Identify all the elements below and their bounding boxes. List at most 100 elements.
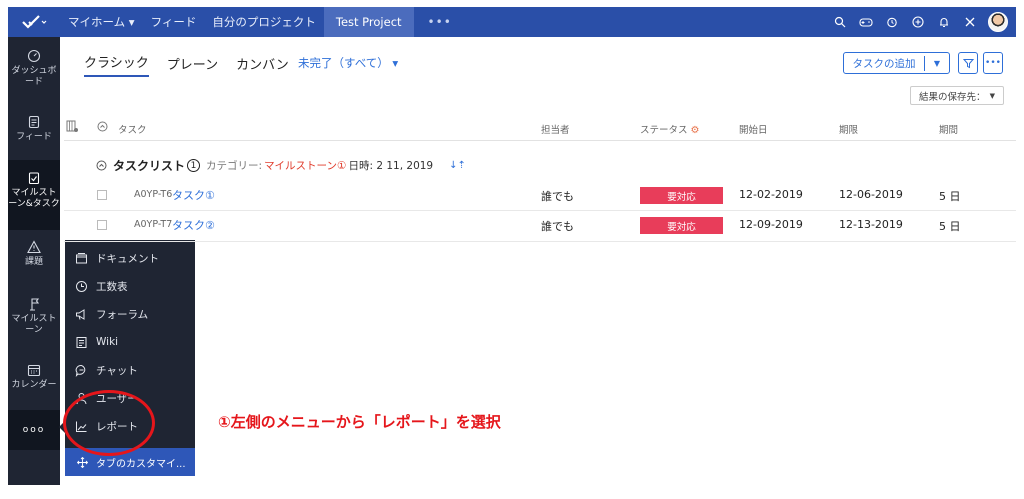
table-row[interactable]: A0YP-T7 タスク② 誰でも 要対応 12-09-2019 12-13-20… <box>64 212 1016 240</box>
save-results-label: 結果の保存先： <box>919 91 986 103</box>
task-due-date[interactable]: 12-13-2019 <box>839 218 903 231</box>
sidebar-item-issues[interactable]: 課題 <box>8 240 60 268</box>
header-divider <box>64 140 1016 141</box>
task-start-date[interactable]: 12-02-2019 <box>739 188 803 201</box>
menu-item-label: チャット <box>96 364 138 377</box>
column-header-owner[interactable]: 担当者 <box>541 122 570 136</box>
menu-item-documents[interactable]: ドキュメント <box>75 248 159 268</box>
save-results-dropdown[interactable]: 結果の保存先： ▼ <box>910 86 1004 105</box>
sidebar-item-feed[interactable]: フィード <box>8 115 60 143</box>
chevron-down-icon: ▼ <box>989 91 995 100</box>
notification-bell-icon[interactable] <box>936 14 952 30</box>
annotation-highlight-circle <box>63 390 155 456</box>
sidebar-item-dashboard[interactable]: ダッシュボード <box>8 49 60 88</box>
chevron-down-icon[interactable]: ▼ <box>925 59 949 68</box>
sidebar-item-label: マイルストーン&タスク <box>8 188 60 209</box>
sidebar-item-label: フィード <box>16 132 52 142</box>
document-icon <box>76 252 87 263</box>
sidebar-item-milestones-tasks[interactable]: マイルストーン&タスク <box>8 160 60 230</box>
nav-more-button[interactable]: ••• <box>414 15 466 29</box>
issue-icon <box>27 240 41 254</box>
milestone-icon <box>30 298 40 311</box>
more-options-button[interactable]: ••• <box>983 52 1003 74</box>
sidebar-item-milestones[interactable]: マイルストーン <box>8 297 60 336</box>
tab-classic[interactable]: クラシック <box>84 52 149 77</box>
column-settings-icon[interactable] <box>66 120 79 136</box>
gamepad-icon[interactable] <box>858 14 874 30</box>
task-name-link[interactable]: タスク② <box>172 217 215 233</box>
sidebar-item-label: 課題 <box>24 257 43 267</box>
nav-feed[interactable]: フィード <box>143 7 205 37</box>
menu-item-label: フォーラム <box>96 308 149 321</box>
tasklist-number: 1 <box>190 160 197 171</box>
timer-icon[interactable] <box>884 14 900 30</box>
customize-tabs-label: タブのカスタマイ... <box>96 458 186 470</box>
tasklist-milestone[interactable]: マイルストーン① <box>264 158 346 173</box>
task-owner[interactable]: 誰でも <box>541 218 574 234</box>
milestone-task-icon <box>28 172 40 185</box>
task-key: A0YP-T6 <box>134 189 173 200</box>
column-header-status[interactable]: ステータス ⚙ <box>640 122 700 136</box>
column-header-due[interactable]: 期限 <box>839 122 858 136</box>
column-header-status-label: ステータス <box>640 125 688 136</box>
row-divider <box>64 241 1016 242</box>
tasklist-header: タスクリスト 1 カテゴリー: マイルストーン① 日時: 2 11, 2019 … <box>96 157 466 174</box>
task-due-date[interactable]: 12-06-2019 <box>839 188 903 201</box>
task-name-link[interactable]: タスク① <box>172 187 215 203</box>
row-divider <box>64 210 1016 211</box>
timesheet-icon <box>76 280 87 292</box>
sidebar-item-label: カレンダー <box>11 380 57 390</box>
task-duration: 5 日 <box>939 190 961 203</box>
left-sidebar: ダッシュボード フィード マイルストーン&タスク 課題 マイルストーン カレンダ… <box>8 37 60 485</box>
menu-item-label: Wiki <box>96 336 119 348</box>
task-duration: 5 日 <box>939 220 961 233</box>
top-navigation-bar: マイホーム ▾ フィード 自分のプロジェクト Test Project ••• <box>8 7 1016 37</box>
wiki-icon <box>76 336 87 348</box>
menu-item-timesheet[interactable]: 工数表 <box>75 276 128 296</box>
tasklist-number-badge: 1 <box>187 159 201 172</box>
app-logo-icon[interactable] <box>8 7 60 37</box>
sidebar-item-label: マイルストーン <box>11 314 57 335</box>
filter-icon <box>962 58 974 68</box>
calendar-icon <box>27 364 41 377</box>
task-key: A0YP-T7 <box>134 219 173 230</box>
settings-tools-icon[interactable] <box>962 14 978 30</box>
nav-my-home[interactable]: マイホーム ▾ <box>60 7 143 37</box>
menu-item-chat[interactable]: チャット <box>75 360 138 380</box>
column-header-duration[interactable]: 期間 <box>939 122 958 136</box>
task-owner[interactable]: 誰でも <box>541 188 574 204</box>
collapse-tasklist-icon[interactable] <box>96 160 107 171</box>
add-task-label: タスクの追加 <box>844 55 925 71</box>
user-avatar[interactable] <box>988 12 1008 32</box>
sidebar-item-label: ダッシュボード <box>11 66 57 87</box>
task-checkbox[interactable] <box>97 190 107 200</box>
status-badge[interactable]: 要対応 <box>640 217 723 234</box>
nav-active-project[interactable]: Test Project <box>323 7 414 37</box>
menu-item-label: ドキュメント <box>96 252 159 265</box>
column-header-task[interactable]: タスク <box>118 122 147 136</box>
table-row[interactable]: A0YP-T6 タスク① 誰でも 要対応 12-02-2019 12-06-20… <box>64 182 1016 210</box>
nav-my-projects[interactable]: 自分のプロジェクト <box>204 7 324 37</box>
collapse-all-icon[interactable] <box>97 121 108 135</box>
add-circle-icon[interactable] <box>910 14 926 30</box>
menu-item-forum[interactable]: フォーラム <box>75 304 148 324</box>
status-badge[interactable]: 要対応 <box>640 187 723 204</box>
sidebar-item-calendar[interactable]: カレンダー <box>8 363 60 391</box>
annotation-instruction: ①左側のメニューから「レポート」を選択 <box>218 413 501 431</box>
tab-plain[interactable]: プレーン <box>167 54 218 77</box>
add-task-button[interactable]: タスクの追加 ▼ <box>843 52 950 74</box>
task-filter-dropdown[interactable]: 未完了（すべて） ▾ <box>298 55 398 71</box>
menu-item-wiki[interactable]: Wiki <box>75 332 118 352</box>
tab-kanban[interactable]: カンバン <box>236 54 289 77</box>
dashboard-icon <box>27 49 41 63</box>
column-header-start[interactable]: 開始日 <box>739 122 768 136</box>
filter-button[interactable] <box>958 52 978 74</box>
task-checkbox[interactable] <box>97 220 107 230</box>
sidebar-more-button[interactable]: ooo <box>8 410 60 450</box>
task-start-date[interactable]: 12-09-2019 <box>739 218 803 231</box>
feed-icon <box>28 115 40 129</box>
tasklist-name[interactable]: タスクリスト <box>113 157 185 174</box>
sort-icon[interactable]: ↓⇡ <box>449 160 466 171</box>
status-settings-icon[interactable]: ⚙ <box>691 125 700 136</box>
search-icon[interactable] <box>832 14 848 30</box>
